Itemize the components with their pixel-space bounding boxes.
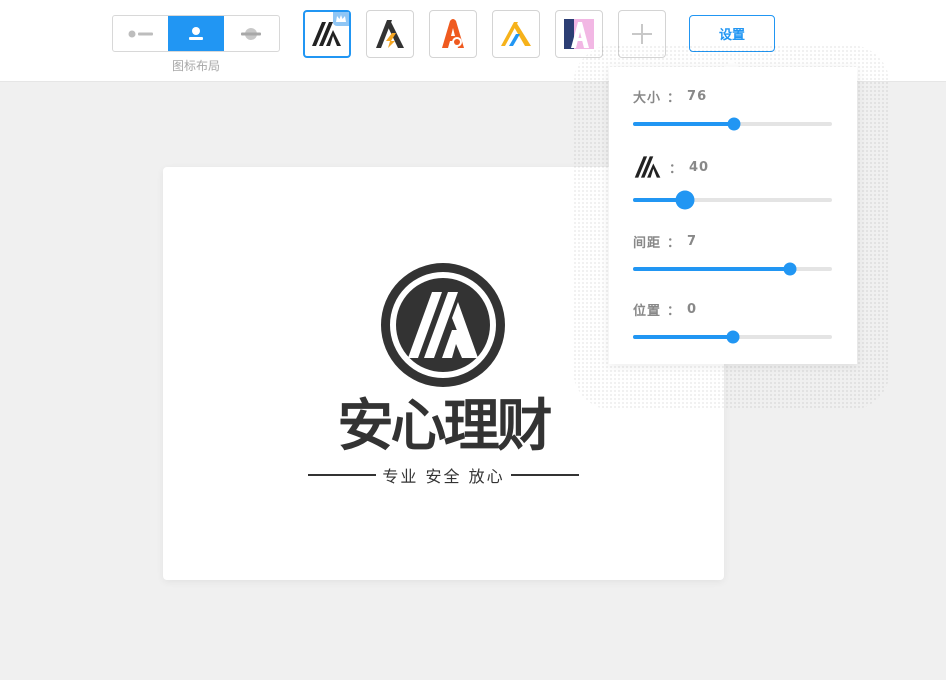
position-label-sep: ： [667, 304, 682, 319]
spacing-label-sep: ： [667, 236, 682, 251]
lightning-a-logo-icon [376, 20, 404, 48]
spacing-slider[interactable] [633, 262, 832, 276]
size-slider[interactable] [633, 117, 832, 131]
crown-icon [333, 12, 349, 26]
position-slider[interactable] [633, 330, 832, 344]
slogan-right-rule [510, 474, 579, 476]
icon-size-slider[interactable] [633, 190, 832, 210]
orange-a-logo-icon [442, 19, 464, 48]
icon-left-layout-icon [128, 30, 153, 37]
icon-size-label: ： 40 [633, 155, 709, 179]
slogan-left-rule [308, 474, 377, 476]
logo-thumb-2[interactable] [366, 10, 414, 58]
icon-size-label-sep: ： [669, 161, 684, 177]
layout-icon-top-option[interactable] [168, 16, 224, 51]
blue-yellow-a-logo-icon [501, 22, 531, 46]
icon-top-layout-icon [188, 26, 203, 40]
settings-popover: 大小 ： 76 ： 40 间距 ： 7 位置 ： 0 [609, 67, 857, 364]
spacing-value: 7 [687, 234, 698, 249]
spacing-slider-handle[interactable] [783, 262, 797, 276]
spacing-label: 间距 ： 7 [633, 232, 697, 251]
size-value: 76 [687, 89, 708, 104]
pink-blue-a-logo-icon [564, 19, 594, 49]
layout-caption: 图标布局 [171, 59, 220, 73]
spacing-slider-fill [633, 267, 791, 271]
slash-a-logo-icon [634, 156, 661, 178]
slash-a-circle-logo-icon [381, 263, 505, 387]
plus-icon [632, 24, 652, 44]
layout-toggle-group [112, 15, 280, 52]
size-label-text: 大小 [633, 91, 662, 106]
logo-thumb-1[interactable] [303, 10, 351, 58]
position-value: 0 [687, 302, 698, 317]
slogan-text[interactable]: 专业 安全 放心 [376, 463, 510, 487]
icon-behind-layout-icon [241, 27, 262, 40]
slogan-row: 专业 安全 放心 [308, 464, 579, 486]
position-slider-fill [633, 335, 733, 339]
position-slider-handle[interactable] [726, 330, 739, 344]
size-slider-fill [633, 122, 735, 126]
logo-thumb-3[interactable] [429, 10, 477, 58]
size-label-sep: ： [667, 91, 682, 106]
logo-thumb-4[interactable] [492, 10, 540, 58]
position-label: 位置 ： 0 [633, 300, 697, 319]
size-slider-handle[interactable] [727, 117, 741, 131]
position-label-text: 位置 [633, 304, 662, 319]
size-label: 大小 ： 76 [633, 87, 707, 106]
spacing-label-text: 间距 [633, 236, 662, 251]
layout-icon-left-option[interactable] [113, 16, 168, 51]
icon-size-slider-handle[interactable] [675, 190, 695, 210]
icon-size-value: 40 [689, 159, 710, 175]
layout-icon-behind-option[interactable] [224, 16, 279, 51]
